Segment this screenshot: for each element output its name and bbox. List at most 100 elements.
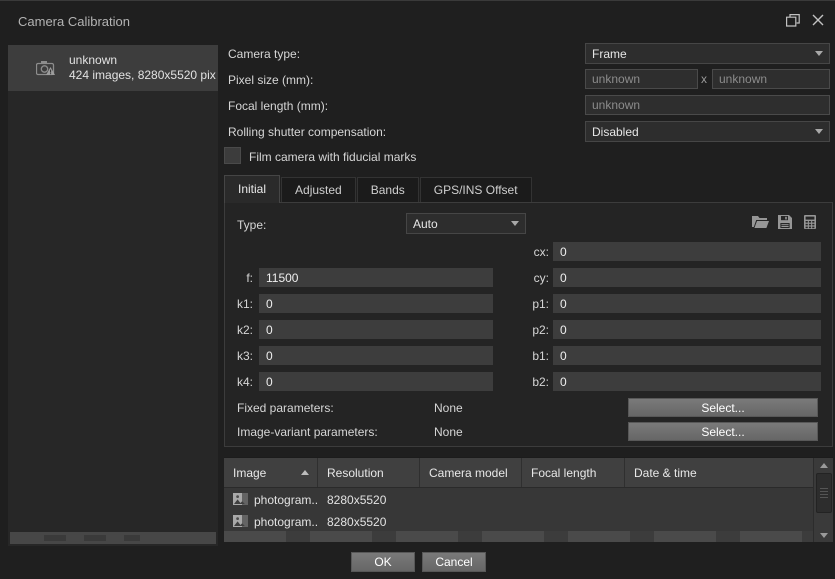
image-variant-parameters-value: None	[434, 425, 463, 439]
param-input-b1[interactable]	[553, 346, 821, 365]
fixed-parameters-value: None	[434, 401, 463, 415]
tab-initial[interactable]: Initial	[224, 175, 280, 203]
param-label-cx: cx:	[523, 245, 549, 259]
scrollbar-thumb[interactable]	[816, 473, 832, 513]
focal-length-input[interactable]	[585, 95, 830, 115]
camera-group-info: 424 images, 8280x5520 pix	[69, 68, 216, 83]
tab-gps-ins-offset[interactable]: GPS/INS Offset	[420, 177, 532, 203]
param-label-k1: k1:	[227, 297, 253, 311]
load-calibration-button[interactable]	[751, 214, 769, 232]
param-input-k3[interactable]	[259, 346, 493, 365]
param-input-f[interactable]	[259, 268, 493, 287]
arrow-up-icon	[820, 463, 828, 468]
calibration-type-select[interactable]: Auto	[406, 213, 526, 234]
camera-group-item[interactable]: unknown 424 images, 8280x5520 pix	[8, 45, 218, 91]
calibration-tabbar: Initial Adjusted Bands GPS/INS Offset	[224, 175, 533, 203]
column-header-date-time-label: Date & time	[634, 466, 697, 480]
photo-focal-length	[522, 489, 625, 511]
photo-thumbnail-icon	[233, 493, 248, 508]
photo-camera-model	[420, 511, 522, 533]
pixel-size-separator: x	[701, 72, 707, 86]
chevron-down-icon	[815, 129, 823, 134]
param-label-p1: p1:	[523, 297, 549, 311]
close-icon	[812, 14, 824, 29]
calculator-button[interactable]	[801, 214, 819, 232]
film-camera-checkbox[interactable]	[224, 147, 241, 164]
sidebar-hscroll-thumb[interactable]	[10, 532, 216, 544]
photo-focal-length	[522, 511, 625, 533]
titlebar: Camera Calibration	[0, 1, 835, 41]
photo-row[interactable]: photogram... 8280x5520	[224, 511, 813, 533]
camera-type-select[interactable]: Frame	[585, 43, 830, 64]
rolling-shutter-select[interactable]: Disabled	[585, 121, 830, 142]
scrollbar-grip	[820, 488, 828, 499]
param-input-k2[interactable]	[259, 320, 493, 339]
photo-name: photogram...	[254, 493, 318, 507]
rolling-shutter-label: Rolling shutter compensation:	[228, 125, 386, 139]
param-label-f: f:	[227, 271, 253, 285]
calibration-toolbar	[751, 214, 819, 232]
camera-groups-sidebar: unknown 424 images, 8280x5520 pix	[8, 45, 218, 546]
param-input-b2[interactable]	[553, 372, 821, 391]
photo-name: photogram...	[254, 515, 318, 529]
param-input-p1[interactable]	[553, 294, 821, 313]
param-input-cy[interactable]	[553, 268, 821, 287]
column-header-resolution[interactable]: Resolution	[318, 458, 420, 487]
column-header-focal-length[interactable]: Focal length	[522, 458, 625, 487]
param-input-k4[interactable]	[259, 372, 493, 391]
column-header-image[interactable]: Image	[224, 458, 318, 487]
photo-row[interactable]: photogram... 8280x5520	[224, 489, 813, 511]
initial-tab-pane: Type: Auto cx: f: cy: k1: p1: k2: p2:	[224, 202, 833, 447]
camera-type-value: Frame	[592, 47, 815, 61]
param-input-k1[interactable]	[259, 294, 493, 313]
fixed-parameters-select-button[interactable]: Select...	[628, 398, 818, 417]
camera-group-name: unknown	[69, 53, 216, 68]
image-variant-parameters-label: Image-variant parameters:	[237, 425, 378, 439]
scroll-down-button[interactable]	[814, 528, 834, 542]
dialog-title: Camera Calibration	[18, 14, 130, 29]
column-header-camera-model-label: Camera model	[429, 466, 508, 480]
chevron-down-icon	[815, 51, 823, 56]
restore-button[interactable]	[785, 14, 801, 29]
pixel-size-width-input[interactable]	[585, 69, 698, 89]
param-input-p2[interactable]	[553, 320, 821, 339]
cancel-button[interactable]: Cancel	[422, 552, 486, 572]
param-label-k4: k4:	[227, 375, 253, 389]
param-input-cx[interactable]	[553, 242, 821, 261]
arrow-down-icon	[820, 533, 828, 538]
photo-camera-model	[420, 489, 522, 511]
camera-type-label: Camera type:	[228, 47, 300, 61]
close-button[interactable]	[810, 14, 826, 29]
param-label-b1: b1:	[523, 349, 549, 363]
fixed-parameters-label: Fixed parameters:	[237, 401, 334, 415]
save-icon	[778, 215, 792, 232]
film-camera-label: Film camera with fiducial marks	[249, 150, 416, 164]
column-header-image-label: Image	[233, 466, 266, 480]
type-label: Type:	[237, 218, 266, 232]
chevron-down-icon	[511, 221, 519, 226]
scrollbar-grip	[44, 535, 140, 541]
tab-bands[interactable]: Bands	[357, 177, 419, 203]
tab-adjusted[interactable]: Adjusted	[281, 177, 356, 203]
param-label-b2: b2:	[523, 375, 549, 389]
photo-thumbnail-icon	[233, 515, 248, 530]
focal-length-label: Focal length (mm):	[228, 99, 328, 113]
sidebar-horizontal-scrollbar[interactable]	[10, 532, 216, 544]
calculator-icon	[804, 215, 816, 232]
calibration-type-value: Auto	[413, 217, 511, 231]
save-calibration-button[interactable]	[776, 214, 794, 232]
photo-row-partial[interactable]	[224, 531, 813, 542]
open-folder-icon	[752, 215, 769, 231]
pixel-size-label: Pixel size (mm):	[228, 73, 313, 87]
table-vertical-scrollbar[interactable]	[813, 458, 833, 542]
rolling-shutter-value: Disabled	[592, 125, 815, 139]
column-header-date-time[interactable]: Date & time	[625, 458, 813, 487]
scroll-up-button[interactable]	[814, 458, 834, 472]
image-variant-parameters-select-button[interactable]: Select...	[628, 422, 818, 441]
photo-resolution: 8280x5520	[318, 489, 420, 511]
column-header-camera-model[interactable]: Camera model	[420, 458, 522, 487]
column-header-resolution-label: Resolution	[327, 466, 384, 480]
ok-button[interactable]: OK	[351, 552, 415, 572]
pixel-size-height-input[interactable]	[712, 69, 830, 89]
param-label-cy: cy:	[523, 271, 549, 285]
